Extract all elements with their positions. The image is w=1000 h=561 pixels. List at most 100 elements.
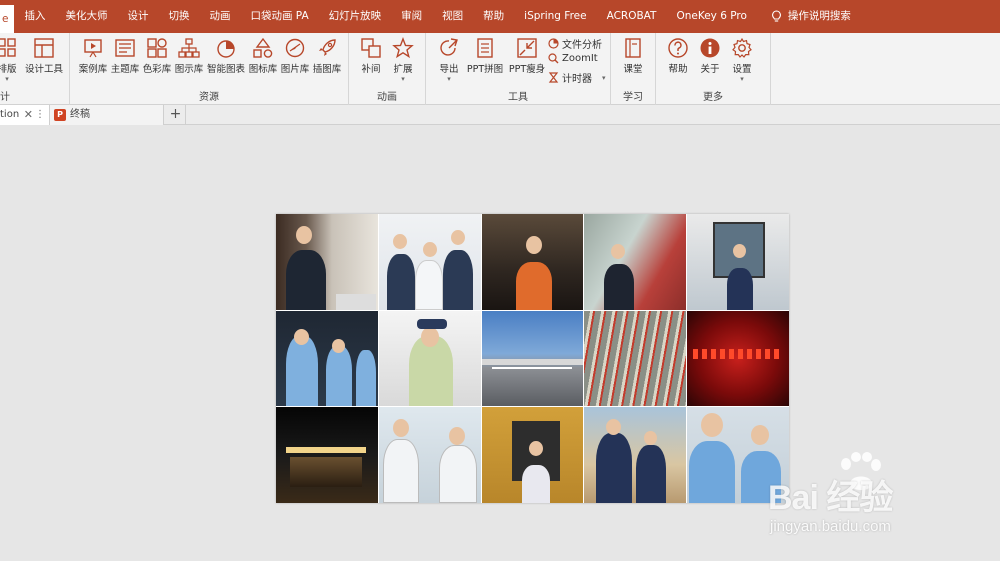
chevron-down-icon: ▾ (401, 75, 405, 83)
shapes-icon (253, 37, 273, 58)
layout-button[interactable]: 排版 ▾ (0, 37, 22, 83)
chevron-down-icon: ▾ (602, 73, 606, 82)
gear-icon (732, 37, 752, 58)
extend-button[interactable]: 扩展 ▾ (386, 37, 420, 83)
smart-chart-button[interactable]: 智能图表 (206, 37, 246, 75)
tab-insert[interactable]: 插入 (14, 0, 55, 33)
design-tools-button[interactable]: 设计工具 (24, 37, 64, 75)
file-analysis-label: 文件分析 (562, 40, 602, 51)
tell-me-search[interactable]: 操作说明搜索 (761, 0, 861, 33)
layout-label: 排版 (0, 64, 17, 75)
magnifier-icon (548, 53, 559, 64)
help-button[interactable]: 帮助 (661, 37, 695, 75)
lightbulb-icon (771, 9, 781, 22)
collage-photo (276, 407, 378, 503)
watermark-url: jingyan.baidu.com (770, 518, 891, 535)
learn-group: 课堂 学习 (611, 33, 656, 105)
document-tab-final[interactable]: P 终稿 (50, 105, 164, 125)
classroom-label: 课堂 (623, 64, 643, 75)
ppt-puzzle-button[interactable]: PPT拼图 (464, 37, 506, 75)
settings-label: 设置 (732, 64, 752, 75)
design-tools-icon (34, 38, 54, 58)
diagram-library-label: 图示库 (174, 64, 204, 75)
theme-library-button[interactable]: 主题库 (108, 37, 142, 75)
theme-library-label: 主题库 (110, 64, 140, 75)
animation-group-label: 动画 (377, 92, 397, 103)
resource-group: 案例库 主题库 色彩库 图示库 智能图表 图标库 图片库 插图库 资源 (70, 33, 349, 105)
design-group: 排版 ▾ 设计工具 计 (0, 33, 70, 105)
tab-beautify-master[interactable]: 美化大师 (55, 0, 117, 33)
tab-animations[interactable]: 动画 (199, 0, 240, 33)
picture-library-button[interactable]: 图片库 (278, 37, 312, 75)
org-chart-icon (178, 38, 200, 58)
tab-pocket-animation[interactable]: 口袋动画 PA (240, 0, 318, 33)
document-tab-active[interactable]: tion ✕ ⋮ (0, 105, 50, 125)
zoomit-button[interactable]: ZoomIt (548, 53, 598, 64)
collage-photo (378, 214, 481, 310)
help-label: 帮助 (668, 64, 688, 75)
about-label: 关于 (700, 64, 720, 75)
pie-chart-icon (548, 38, 559, 49)
baidu-watermark: Bai 经验 jingyan.baidu.com (768, 452, 998, 542)
collage-photo (378, 310, 481, 407)
export-button[interactable]: 导出 ▾ (432, 37, 466, 83)
tools-group-label: 工具 (508, 92, 528, 103)
book-icon (625, 38, 641, 58)
ribbon-tab-bar: e 插入 美化大师 设计 切换 动画 口袋动画 PA 幻灯片放映 审阅 视图 帮… (0, 0, 1000, 33)
extend-label: 扩展 (393, 64, 413, 75)
grid-layout-icon (0, 38, 16, 57)
resource-group-label: 资源 (199, 92, 219, 103)
tab-review[interactable]: 审阅 (391, 0, 432, 33)
tab-design[interactable]: 设计 (117, 0, 158, 33)
animation-group: 补间 扩展 ▾ 动画 (349, 33, 426, 105)
timer-label: 计时器 (562, 74, 592, 85)
more-options-icon[interactable]: ⋮ (35, 105, 45, 125)
tab-view[interactable]: 视图 (432, 0, 473, 33)
theme-icon (115, 39, 135, 57)
close-icon[interactable]: ✕ (24, 105, 33, 125)
ppt-slim-button[interactable]: PPT瘦身 (506, 37, 548, 75)
collage-photo (378, 407, 481, 503)
color-library-button[interactable]: 色彩库 (140, 37, 174, 75)
tab-transitions[interactable]: 切换 (158, 0, 199, 33)
case-library-button[interactable]: 案例库 (76, 37, 110, 75)
tab-help[interactable]: 帮助 (473, 0, 514, 33)
tab-slideshow[interactable]: 幻灯片放映 (319, 0, 392, 33)
chevron-down-icon: ▾ (740, 75, 744, 83)
collage-photo (481, 407, 584, 503)
collage-photo (584, 310, 687, 407)
illustration-library-button[interactable]: 插图库 (310, 37, 344, 75)
settings-button[interactable]: 设置 ▾ (725, 37, 759, 83)
collage-photo (481, 214, 584, 310)
watermark-brand: Bai 经验 (768, 479, 893, 517)
tab-onekey[interactable]: OneKey 6 Pro (666, 0, 756, 33)
ribbon: 排版 ▾ 设计工具 计 案例库 主题库 色彩库 图示库 智能图表 图标库 图片库… (0, 33, 1000, 105)
diagram-library-button[interactable]: 图示库 (172, 37, 206, 75)
about-button[interactable]: 关于 (693, 37, 727, 75)
file-analysis-button[interactable]: 文件分析 (548, 36, 602, 51)
tween-button[interactable]: 补间 (354, 37, 388, 75)
collage-photo (276, 310, 378, 407)
star-icon (392, 37, 414, 59)
slide-canvas[interactable] (276, 214, 789, 503)
icon-library-label: 图标库 (248, 64, 278, 75)
add-tab-button[interactable]: + (166, 105, 186, 125)
tween-label: 补间 (361, 64, 381, 75)
timer-button[interactable]: 计时器 ▾ (548, 70, 606, 85)
collage-photo (276, 214, 378, 310)
classroom-button[interactable]: 课堂 (616, 37, 650, 75)
ppt-slim-label: PPT瘦身 (508, 64, 546, 75)
icon-library-button[interactable]: 图标库 (246, 37, 280, 75)
illustration-library-label: 插图库 (312, 64, 342, 75)
tab-ispring[interactable]: iSpring Free (514, 0, 596, 33)
info-icon (700, 38, 720, 58)
more-group-label: 更多 (703, 92, 723, 103)
tab-acrobat[interactable]: ACROBAT (597, 0, 667, 33)
rocket-icon (319, 39, 336, 56)
export-icon (440, 38, 458, 56)
tell-me-search-label: 操作说明搜索 (787, 10, 851, 22)
more-group: 帮助 关于 设置 ▾ 更多 (656, 33, 771, 105)
ppt-puzzle-label: PPT拼图 (466, 64, 504, 75)
color-library-label: 色彩库 (142, 64, 172, 75)
tab-file[interactable]: e (0, 5, 15, 33)
